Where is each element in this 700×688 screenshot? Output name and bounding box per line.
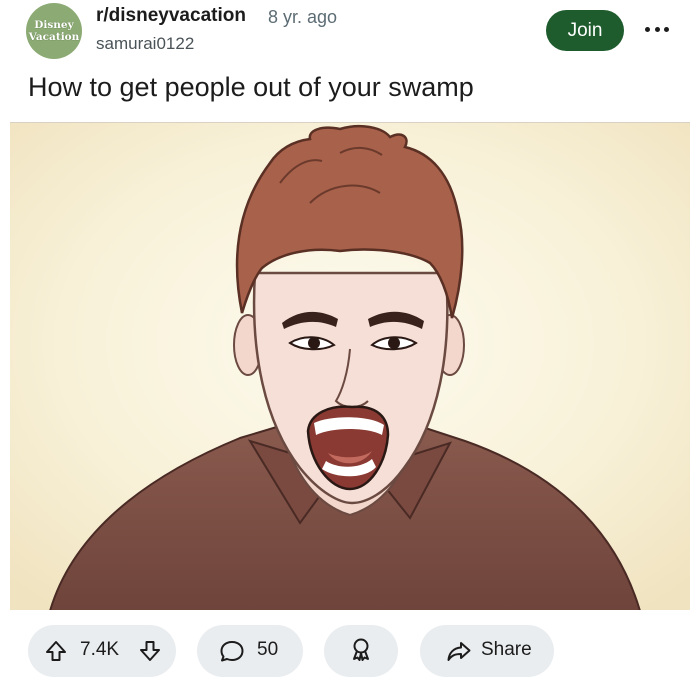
- award-button[interactable]: [324, 625, 398, 677]
- subreddit-avatar-text-line2: Vacation: [28, 31, 80, 43]
- downvote-icon[interactable]: [138, 639, 162, 668]
- post-author[interactable]: samurai0122: [96, 34, 194, 54]
- share-button[interactable]: Share: [420, 625, 554, 677]
- post-header: Disney Vacation r/disneyvacation 8 yr. a…: [0, 0, 700, 66]
- comment-icon: [219, 639, 245, 668]
- comment-count: 50: [257, 639, 279, 660]
- award-icon: [348, 636, 374, 667]
- subreddit-name[interactable]: r/disneyvacation: [96, 5, 246, 27]
- upvote-count: 7.4K: [80, 639, 120, 660]
- post-action-bar: 7.4K 50 Share: [0, 610, 700, 688]
- subreddit-avatar[interactable]: Disney Vacation: [26, 3, 82, 59]
- post-illustration: [10, 123, 690, 610]
- upvote-icon[interactable]: [44, 639, 68, 668]
- subreddit-avatar-text-line1: Disney: [34, 19, 74, 31]
- overflow-menu-icon[interactable]: [640, 16, 674, 42]
- vote-control: 7.4K: [28, 625, 176, 677]
- post-age: 8 yr. ago: [268, 7, 338, 27]
- post-title[interactable]: How to get people out of your swamp: [28, 72, 474, 103]
- join-button[interactable]: Join: [546, 10, 624, 51]
- share-label: Share: [481, 639, 532, 660]
- comments-button[interactable]: 50: [197, 625, 303, 677]
- post-image[interactable]: [10, 122, 690, 610]
- share-icon: [446, 639, 472, 668]
